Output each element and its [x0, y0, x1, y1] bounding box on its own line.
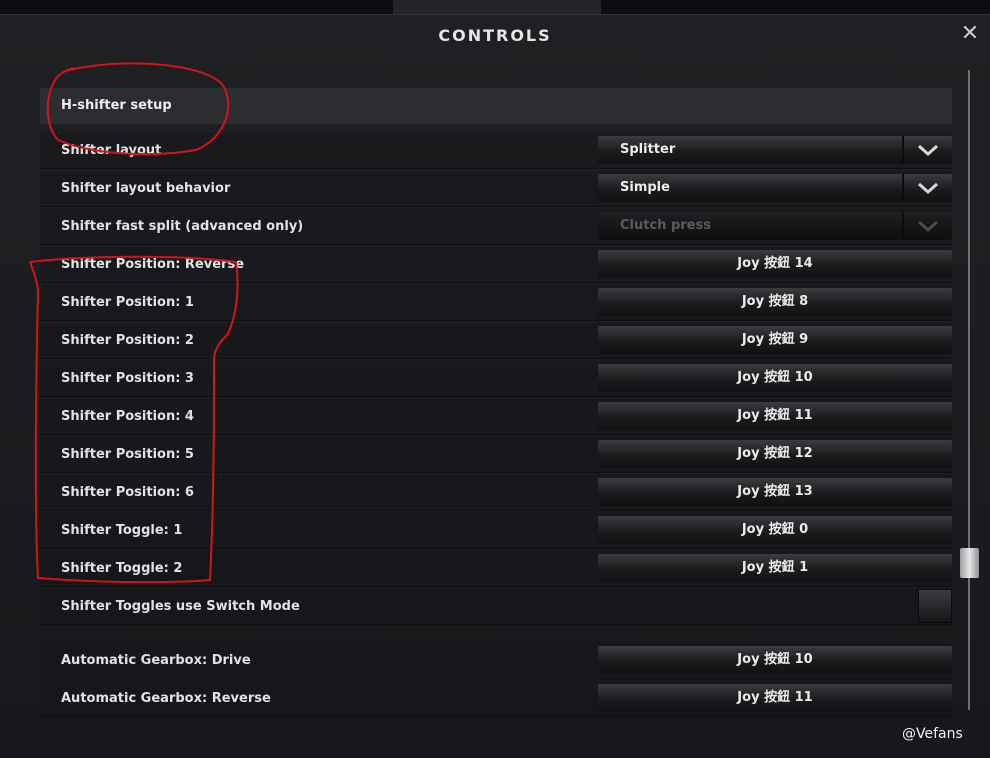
- settings-row: Shifter Toggle: 2 Joy 按鈕 1: [40, 551, 952, 587]
- settings-row: Shifter Position: 1 Joy 按鈕 8: [40, 285, 952, 321]
- settings-row: Shifter Toggle: 1 Joy 按鈕 0: [40, 513, 952, 549]
- row-divider: [40, 282, 952, 283]
- key-binding-button[interactable]: Joy 按鈕 12: [598, 440, 952, 468]
- settings-row: Shifter Toggles use Switch Mode: [40, 589, 952, 625]
- settings-row: Shifter fast split (advanced only) Clutch…: [40, 209, 952, 245]
- key-binding-button[interactable]: Joy 按鈕 14: [598, 250, 952, 278]
- setting-label: Shifter Position: Reverse: [61, 257, 245, 272]
- settings-row: Shifter Position: 5 Joy 按鈕 12: [40, 437, 952, 473]
- row-divider: [40, 244, 952, 245]
- section-header-label: H-shifter setup: [61, 98, 172, 113]
- setting-label: Shifter Position: 2: [61, 333, 194, 348]
- row-divider: [40, 168, 952, 169]
- row-divider: [40, 678, 952, 679]
- row-divider: [40, 472, 952, 473]
- dropdown-value: Simple: [620, 180, 670, 195]
- binding-value: Joy 按鈕 10: [737, 652, 813, 667]
- key-binding-button[interactable]: Joy 按鈕 8: [598, 288, 952, 316]
- setting-label: Shifter Position: 4: [61, 409, 194, 424]
- close-icon[interactable]: ✕: [958, 22, 982, 46]
- settings-row: Shifter Position: 2 Joy 按鈕 9: [40, 323, 952, 359]
- row-divider: [40, 624, 952, 625]
- row-divider: [40, 396, 952, 397]
- binding-value: Joy 按鈕 11: [737, 408, 813, 423]
- scrollbar-track[interactable]: [968, 70, 970, 710]
- binding-value: Joy 按鈕 9: [741, 332, 809, 347]
- setting-label: Automatic Gearbox: Drive: [61, 653, 251, 668]
- binding-value: Joy 按鈕 12: [737, 446, 813, 461]
- settings-row: Shifter Position: 3 Joy 按鈕 10: [40, 361, 952, 397]
- setting-label: Shifter Toggle: 1: [61, 523, 183, 538]
- setting-label: Shifter Position: 3: [61, 371, 194, 386]
- setting-label: Shifter Toggle: 2: [61, 561, 183, 576]
- dialog-title: CONTROLS: [438, 26, 552, 45]
- binding-value: Joy 按鈕 8: [741, 294, 809, 309]
- settings-row: Shifter layout Splitter: [40, 133, 952, 169]
- setting-label: Shifter Position: 5: [61, 447, 194, 462]
- setting-label: Shifter Position: 1: [61, 295, 194, 310]
- dropdown-select[interactable]: Simple: [598, 174, 952, 202]
- key-binding-button[interactable]: Joy 按鈕 10: [598, 364, 952, 392]
- settings-row: Shifter Position: 6 Joy 按鈕 13: [40, 475, 952, 511]
- scrollbar-thumb[interactable]: [960, 548, 979, 578]
- key-binding-button[interactable]: Joy 按鈕 0: [598, 516, 952, 544]
- key-binding-button[interactable]: Joy 按鈕 11: [598, 402, 952, 430]
- binding-value: Joy 按鈕 11: [737, 690, 813, 705]
- binding-value: Joy 按鈕 0: [741, 522, 809, 537]
- setting-label: Shifter layout: [61, 143, 162, 158]
- settings-row: Shifter layout behavior Simple: [40, 171, 952, 207]
- switch-mode-checkbox[interactable]: [918, 589, 952, 623]
- key-binding-button[interactable]: Joy 按鈕 13: [598, 478, 952, 506]
- binding-value: Joy 按鈕 1: [741, 560, 809, 575]
- key-binding-button[interactable]: Joy 按鈕 10: [598, 646, 952, 674]
- watermark: @Vefans: [902, 726, 963, 742]
- setting-label: Shifter Toggles use Switch Mode: [61, 599, 300, 614]
- chevron-down-icon: [902, 212, 952, 240]
- chevron-down-icon[interactable]: [902, 136, 952, 164]
- binding-value: Joy 按鈕 10: [737, 370, 813, 385]
- setting-label: Shifter layout behavior: [61, 181, 231, 196]
- binding-value: Joy 按鈕 14: [737, 256, 813, 271]
- settings-row: Automatic Gearbox: Reverse Joy 按鈕 11: [40, 681, 952, 717]
- row-divider: [40, 320, 952, 321]
- dropdown-select: Clutch press: [598, 212, 952, 240]
- binding-value: Joy 按鈕 13: [737, 484, 813, 499]
- row-divider: [40, 206, 952, 207]
- key-binding-button[interactable]: Joy 按鈕 1: [598, 554, 952, 582]
- row-divider: [40, 716, 952, 717]
- settings-row: Automatic Gearbox: Drive Joy 按鈕 10: [40, 643, 952, 679]
- setting-label: Shifter Position: 6: [61, 485, 194, 500]
- row-divider: [40, 586, 952, 587]
- setting-label: Shifter fast split (advanced only): [61, 219, 304, 234]
- dropdown-value: Splitter: [620, 142, 676, 157]
- row-divider: [40, 548, 952, 549]
- key-binding-button[interactable]: Joy 按鈕 9: [598, 326, 952, 354]
- chevron-down-icon[interactable]: [902, 174, 952, 202]
- dropdown-select[interactable]: Splitter: [598, 136, 952, 164]
- settings-row: Shifter Position: Reverse Joy 按鈕 14: [40, 247, 952, 283]
- settings-row: Shifter Position: 4 Joy 按鈕 11: [40, 399, 952, 435]
- dropdown-value: Clutch press: [620, 218, 711, 233]
- key-binding-button[interactable]: Joy 按鈕 11: [598, 684, 952, 712]
- section-header-h-shifter: H-shifter setup: [40, 88, 952, 124]
- row-divider: [40, 510, 952, 511]
- setting-label: Automatic Gearbox: Reverse: [61, 691, 271, 706]
- row-divider: [40, 358, 952, 359]
- row-divider: [40, 434, 952, 435]
